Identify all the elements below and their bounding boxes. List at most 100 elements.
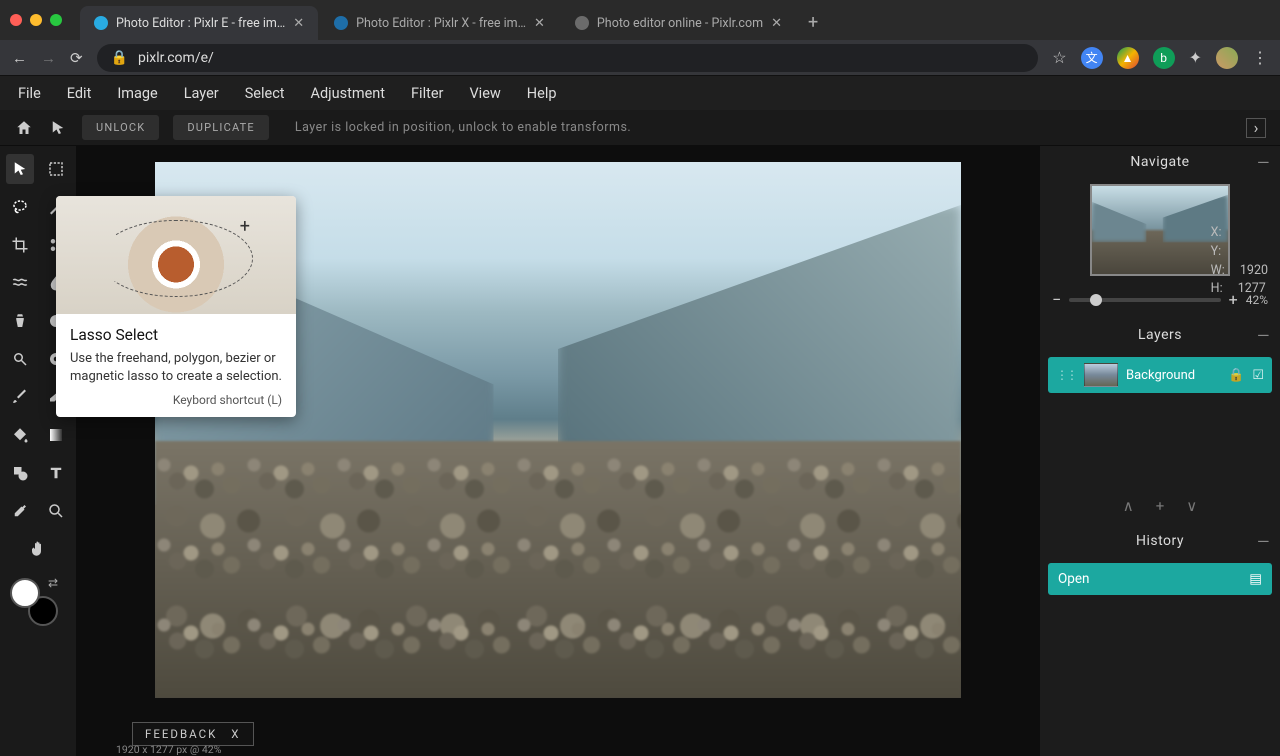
lock-icon[interactable]: 🔒 [1228,368,1244,383]
drag-handle-icon[interactable]: ⋮⋮ [1056,368,1076,382]
shape-tool-icon[interactable] [6,458,34,488]
menu-filter[interactable]: Filter [411,85,443,102]
extension-icon[interactable]: b [1153,47,1175,69]
navigator-thumbnail[interactable] [1090,184,1230,276]
dodge-tool-icon[interactable] [6,344,34,374]
options-hint-text: Layer is locked in position, unlock to e… [295,120,631,135]
home-icon[interactable] [14,118,34,138]
navigate-panel-header: Navigate — [1040,146,1280,178]
crop-tool-icon[interactable] [6,230,34,260]
nav-h-label: H: [1211,280,1223,299]
menu-view[interactable]: View [469,85,500,102]
collapse-panel-icon[interactable]: › [1246,118,1266,138]
menu-select[interactable]: Select [245,85,285,102]
status-text: 1920 x 1277 px @ 42% [116,743,221,756]
menu-layer[interactable]: Layer [184,85,219,102]
color-swatches[interactable]: ⇄ [10,578,58,626]
close-tab-icon[interactable]: ✕ [771,16,782,31]
feedback-label: FEEDBACK [145,727,217,741]
nav-h-value: 1277 [1238,280,1266,299]
history-step-label: Open [1058,571,1089,587]
tab-title: Photo Editor : Pixlr X - free im… [356,16,526,31]
close-window-icon[interactable] [10,14,22,26]
nav-x-label: X: [1211,224,1222,243]
drive-extension-icon[interactable]: ▲ [1117,47,1139,69]
nav-w-value: 1920 [1240,262,1268,281]
history-row[interactable]: Open ▤ [1048,563,1272,595]
browser-tab-active[interactable]: Photo Editor : Pixlr E - free im… ✕ [80,6,318,40]
history-panel-header: History — [1040,525,1280,557]
menu-file[interactable]: File [18,85,41,102]
collapse-icon[interactable]: — [1257,532,1270,551]
layer-row[interactable]: ⋮⋮ Background 🔒 ☑ [1048,357,1272,393]
app-menu-bar: File Edit Image Layer Select Adjustment … [0,76,1280,110]
tab-title: Photo Editor : Pixlr E - free im… [116,16,285,31]
menu-adjustment[interactable]: Adjustment [311,85,385,102]
tab-title: Photo editor online - Pixlr.com [597,16,763,31]
url-field[interactable]: 🔒 pixlr.com/e/ [97,44,1039,72]
window-controls [10,14,62,26]
nav-w-label: W: [1211,262,1225,281]
zoom-tool-icon[interactable] [42,496,70,526]
forward-icon[interactable]: → [41,49,56,67]
browser-tab-strip: Photo Editor : Pixlr E - free im… ✕ Phot… [0,0,1280,40]
layer-name: Background [1126,368,1195,383]
feedback-close-icon[interactable]: X [231,727,240,741]
menu-edit[interactable]: Edit [67,85,92,102]
minimize-window-icon[interactable] [30,14,42,26]
options-bar: UNLOCK DUPLICATE Layer is locked in posi… [0,110,1280,146]
menu-dots-icon[interactable]: ⋮ [1252,48,1268,67]
favicon-icon [575,16,589,30]
layer-actions: ∧ + ∨ [1040,489,1280,525]
liquify-tool-icon[interactable] [6,268,34,298]
zoom-slider[interactable] [1069,298,1220,302]
tooltip-preview-image [56,196,296,314]
move-layer-down-icon[interactable]: ∨ [1186,497,1197,515]
navigate-label: Navigate [1130,154,1189,170]
move-tool-icon[interactable] [6,154,34,184]
new-tab-button[interactable]: + [808,12,818,33]
clone-tool-icon[interactable] [6,306,34,336]
browser-tab[interactable]: Photo Editor : Pixlr X - free im… ✕ [320,6,559,40]
swap-colors-icon[interactable]: ⇄ [48,576,58,590]
lock-icon: 🔒 [111,50,128,66]
bookmark-star-icon[interactable]: ☆ [1052,48,1066,67]
tool-tooltip: Lasso Select Use the freehand, polygon, … [56,196,296,417]
url-text: pixlr.com/e/ [138,50,214,66]
lasso-select-icon[interactable] [6,192,34,222]
close-tab-icon[interactable]: ✕ [293,16,304,31]
nav-y-label: Y: [1211,243,1222,262]
back-icon[interactable]: ← [12,49,27,67]
collapse-icon[interactable]: — [1257,326,1270,345]
maximize-window-icon[interactable] [50,14,62,26]
unlock-button[interactable]: UNLOCK [82,115,159,140]
brush-tool-icon[interactable] [6,382,34,412]
marquee-select-icon[interactable] [42,154,70,184]
extensions-icon[interactable]: ✦ [1189,48,1202,67]
close-tab-icon[interactable]: ✕ [534,16,545,31]
translate-extension-icon[interactable]: 文 [1081,47,1103,69]
move-layer-up-icon[interactable]: ∧ [1123,497,1134,515]
fill-tool-icon[interactable] [6,420,34,450]
history-label: History [1136,533,1184,549]
collapse-icon[interactable]: — [1257,153,1270,172]
duplicate-button[interactable]: DUPLICATE [173,115,268,140]
history-step-icon: ▤ [1249,571,1262,587]
arrow-tool-icon[interactable] [48,118,68,138]
reload-icon[interactable]: ⟳ [70,49,83,67]
browser-tab[interactable]: Photo editor online - Pixlr.com ✕ [561,6,796,40]
hand-tool-icon[interactable] [23,534,53,564]
profile-avatar-icon[interactable] [1216,47,1238,69]
navigator-info: X: Y: W: 1920 H: 1277 [1211,224,1268,299]
eyedropper-tool-icon[interactable] [6,496,34,526]
text-tool-icon[interactable] [42,458,70,488]
zoom-out-icon[interactable]: − [1052,290,1061,309]
layer-thumbnail [1084,363,1118,387]
gradient-tool-icon[interactable] [42,420,70,450]
menu-image[interactable]: Image [117,85,157,102]
tooltip-description: Use the freehand, polygon, bezier or mag… [70,350,282,385]
visibility-icon[interactable]: ☑ [1252,368,1264,383]
menu-help[interactable]: Help [527,85,557,102]
add-layer-icon[interactable]: + [1156,497,1165,515]
foreground-color-swatch[interactable] [10,578,40,608]
